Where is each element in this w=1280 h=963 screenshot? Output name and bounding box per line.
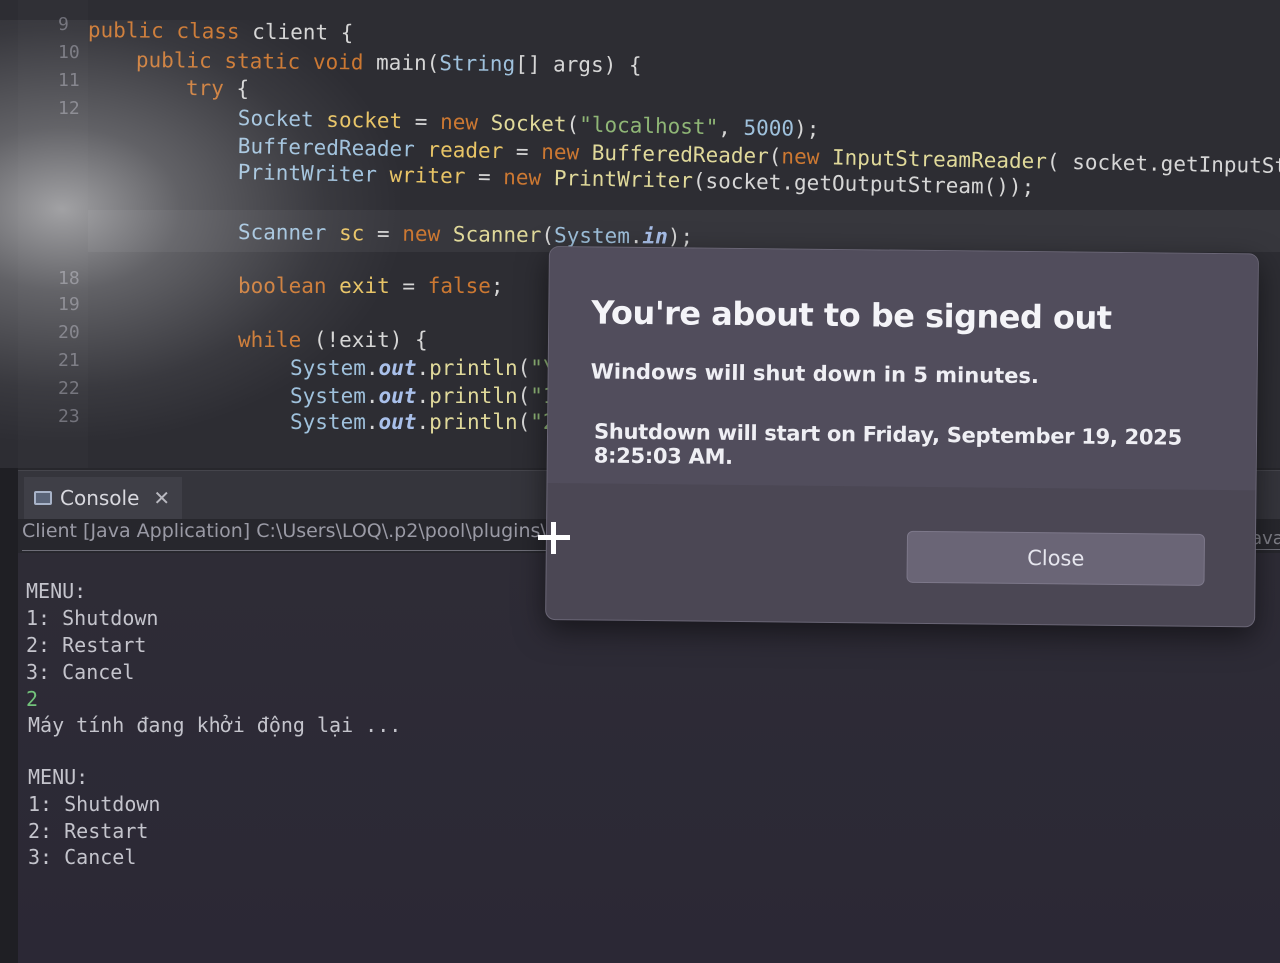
console-line: 1: Shutdown (28, 792, 161, 816)
console-line: 3: Cancel (26, 660, 135, 684)
console-line: MENU: (28, 765, 89, 789)
code-line: public class client { (87, 18, 354, 45)
line-number: 9 (58, 14, 69, 35)
line-number: 12 (58, 98, 80, 119)
console-line: Máy tính đang khởi động lại ... (28, 713, 402, 737)
code-line: while (!exit) { (238, 328, 428, 352)
dialog-message: Windows will shut down in 5 minutes. (590, 359, 1040, 389)
close-button[interactable]: Close (906, 530, 1206, 586)
code-line: System.out.println("1 (290, 384, 556, 408)
console-icon (34, 491, 52, 505)
tab-console-label: Console (60, 486, 140, 510)
console-input-line: 2 (26, 687, 39, 711)
line-number-gutter: 9 10 11 12 18 19 20 21 22 23 (18, 0, 88, 468)
close-icon[interactable]: ✕ (153, 486, 170, 510)
code-line: public static void main(String[] args) { (135, 48, 642, 78)
dialog-detail: Shutdown will start on Friday, September… (593, 419, 1182, 469)
code-line: System.out.println("\ (290, 356, 556, 380)
code-line: try { (185, 76, 250, 101)
window-edge (0, 468, 18, 963)
tab-console[interactable]: Console ✕ (24, 477, 182, 519)
shutdown-dialog: You're about to be signed out Windows wi… (545, 246, 1259, 628)
console-run-path: Client [Java Application] C:\Users\LOQ\.… (22, 520, 547, 551)
line-number: 18 (58, 268, 80, 289)
console-line: 2: Restart (28, 819, 149, 843)
console-line: 1: Shutdown (26, 606, 159, 630)
line-number: 22 (58, 378, 80, 399)
line-number: 10 (58, 42, 80, 63)
line-number: 23 (58, 406, 80, 427)
line-number: 20 (58, 322, 80, 343)
dialog-title: You're about to be signed out (591, 293, 1112, 337)
screen: 9 10 11 12 18 19 20 21 22 23 public clas… (0, 0, 1280, 963)
line-number: 21 (58, 350, 80, 371)
console-line: MENU: (26, 579, 87, 603)
code-line: Scanner sc = new Scanner(System.in); (237, 220, 694, 249)
code-line: boolean exit = false; (238, 274, 504, 298)
code-line: System.out.println("2 (290, 410, 556, 434)
console-line: 2: Restart (26, 633, 147, 657)
line-number: 11 (58, 70, 80, 91)
crosshair-cursor-icon (538, 522, 570, 554)
console-line: 3: Cancel (28, 845, 137, 869)
line-number: 19 (58, 294, 80, 315)
